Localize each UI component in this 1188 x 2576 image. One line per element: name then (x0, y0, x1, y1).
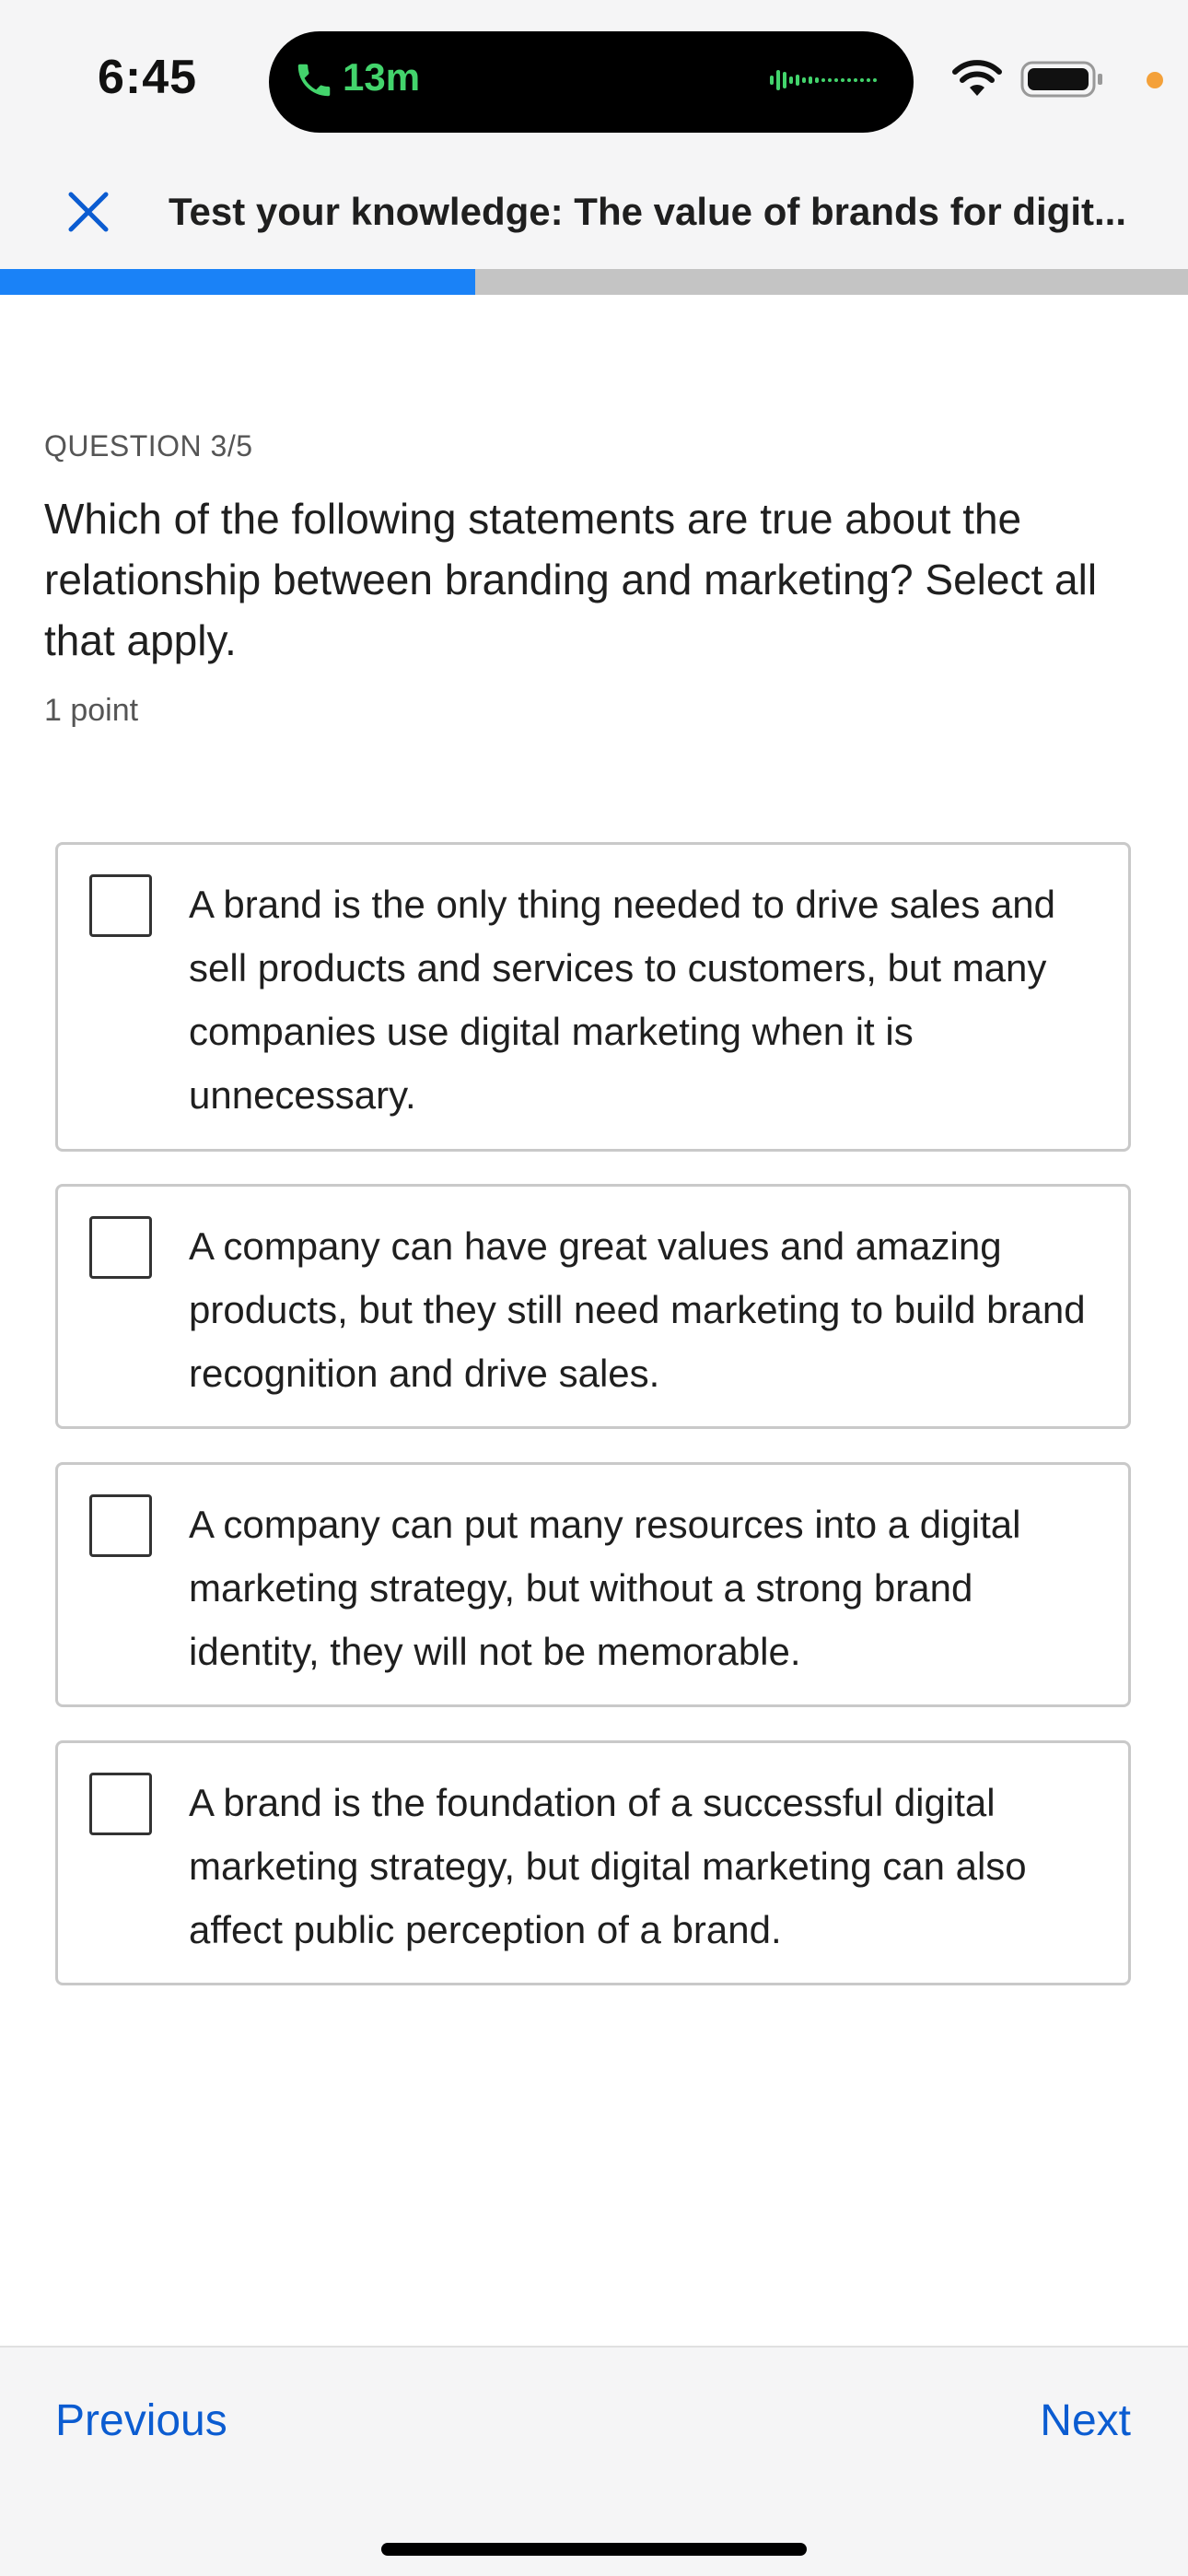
home-indicator[interactable] (381, 2543, 807, 2556)
option-checkbox[interactable] (89, 1216, 152, 1279)
question-number: QUESTION 3/5 (44, 429, 253, 463)
next-button[interactable]: Next (1040, 2395, 1131, 2446)
call-duration: 13m (343, 55, 421, 99)
answer-option-2[interactable]: A company can have great values and amaz… (55, 1184, 1131, 1429)
quiz-title: Test your knowledge: The value of brands… (169, 190, 1126, 233)
option-checkbox[interactable] (89, 874, 152, 937)
option-checkbox[interactable] (89, 1494, 152, 1557)
quiz-progress-bar (0, 269, 1188, 295)
option-text: A brand is the only thing needed to driv… (189, 883, 1055, 1117)
quiz-header: Test your knowledge: The value of brands… (0, 157, 1188, 269)
audio-waveform-icon (770, 66, 880, 94)
close-icon (65, 189, 111, 240)
quiz-progress-fill (0, 269, 475, 295)
previous-button[interactable]: Previous (55, 2395, 227, 2446)
option-checkbox[interactable] (89, 1773, 152, 1835)
answer-option-4[interactable]: A brand is the foundation of a successfu… (55, 1740, 1131, 1985)
option-text: A brand is the foundation of a successfu… (189, 1781, 1027, 1951)
answer-option-3[interactable]: A company can put many resources into a … (55, 1462, 1131, 1707)
mic-indicator-dot (1147, 72, 1163, 88)
question-points: 1 point (44, 693, 139, 728)
option-text: A company can put many resources into a … (189, 1503, 1021, 1673)
wifi-icon (950, 59, 1004, 100)
battery-icon (1020, 59, 1105, 100)
close-button[interactable] (52, 177, 125, 251)
quiz-footer: Previous Next (0, 2346, 1188, 2576)
phone-icon (293, 59, 335, 101)
option-text: A company can have great values and amaz… (189, 1224, 1086, 1395)
status-bar: 6:45 13m (0, 0, 1188, 157)
status-time: 6:45 (98, 51, 198, 104)
question-text: Which of the following statements are tr… (44, 495, 1098, 664)
answer-option-1[interactable]: A brand is the only thing needed to driv… (55, 842, 1131, 1152)
